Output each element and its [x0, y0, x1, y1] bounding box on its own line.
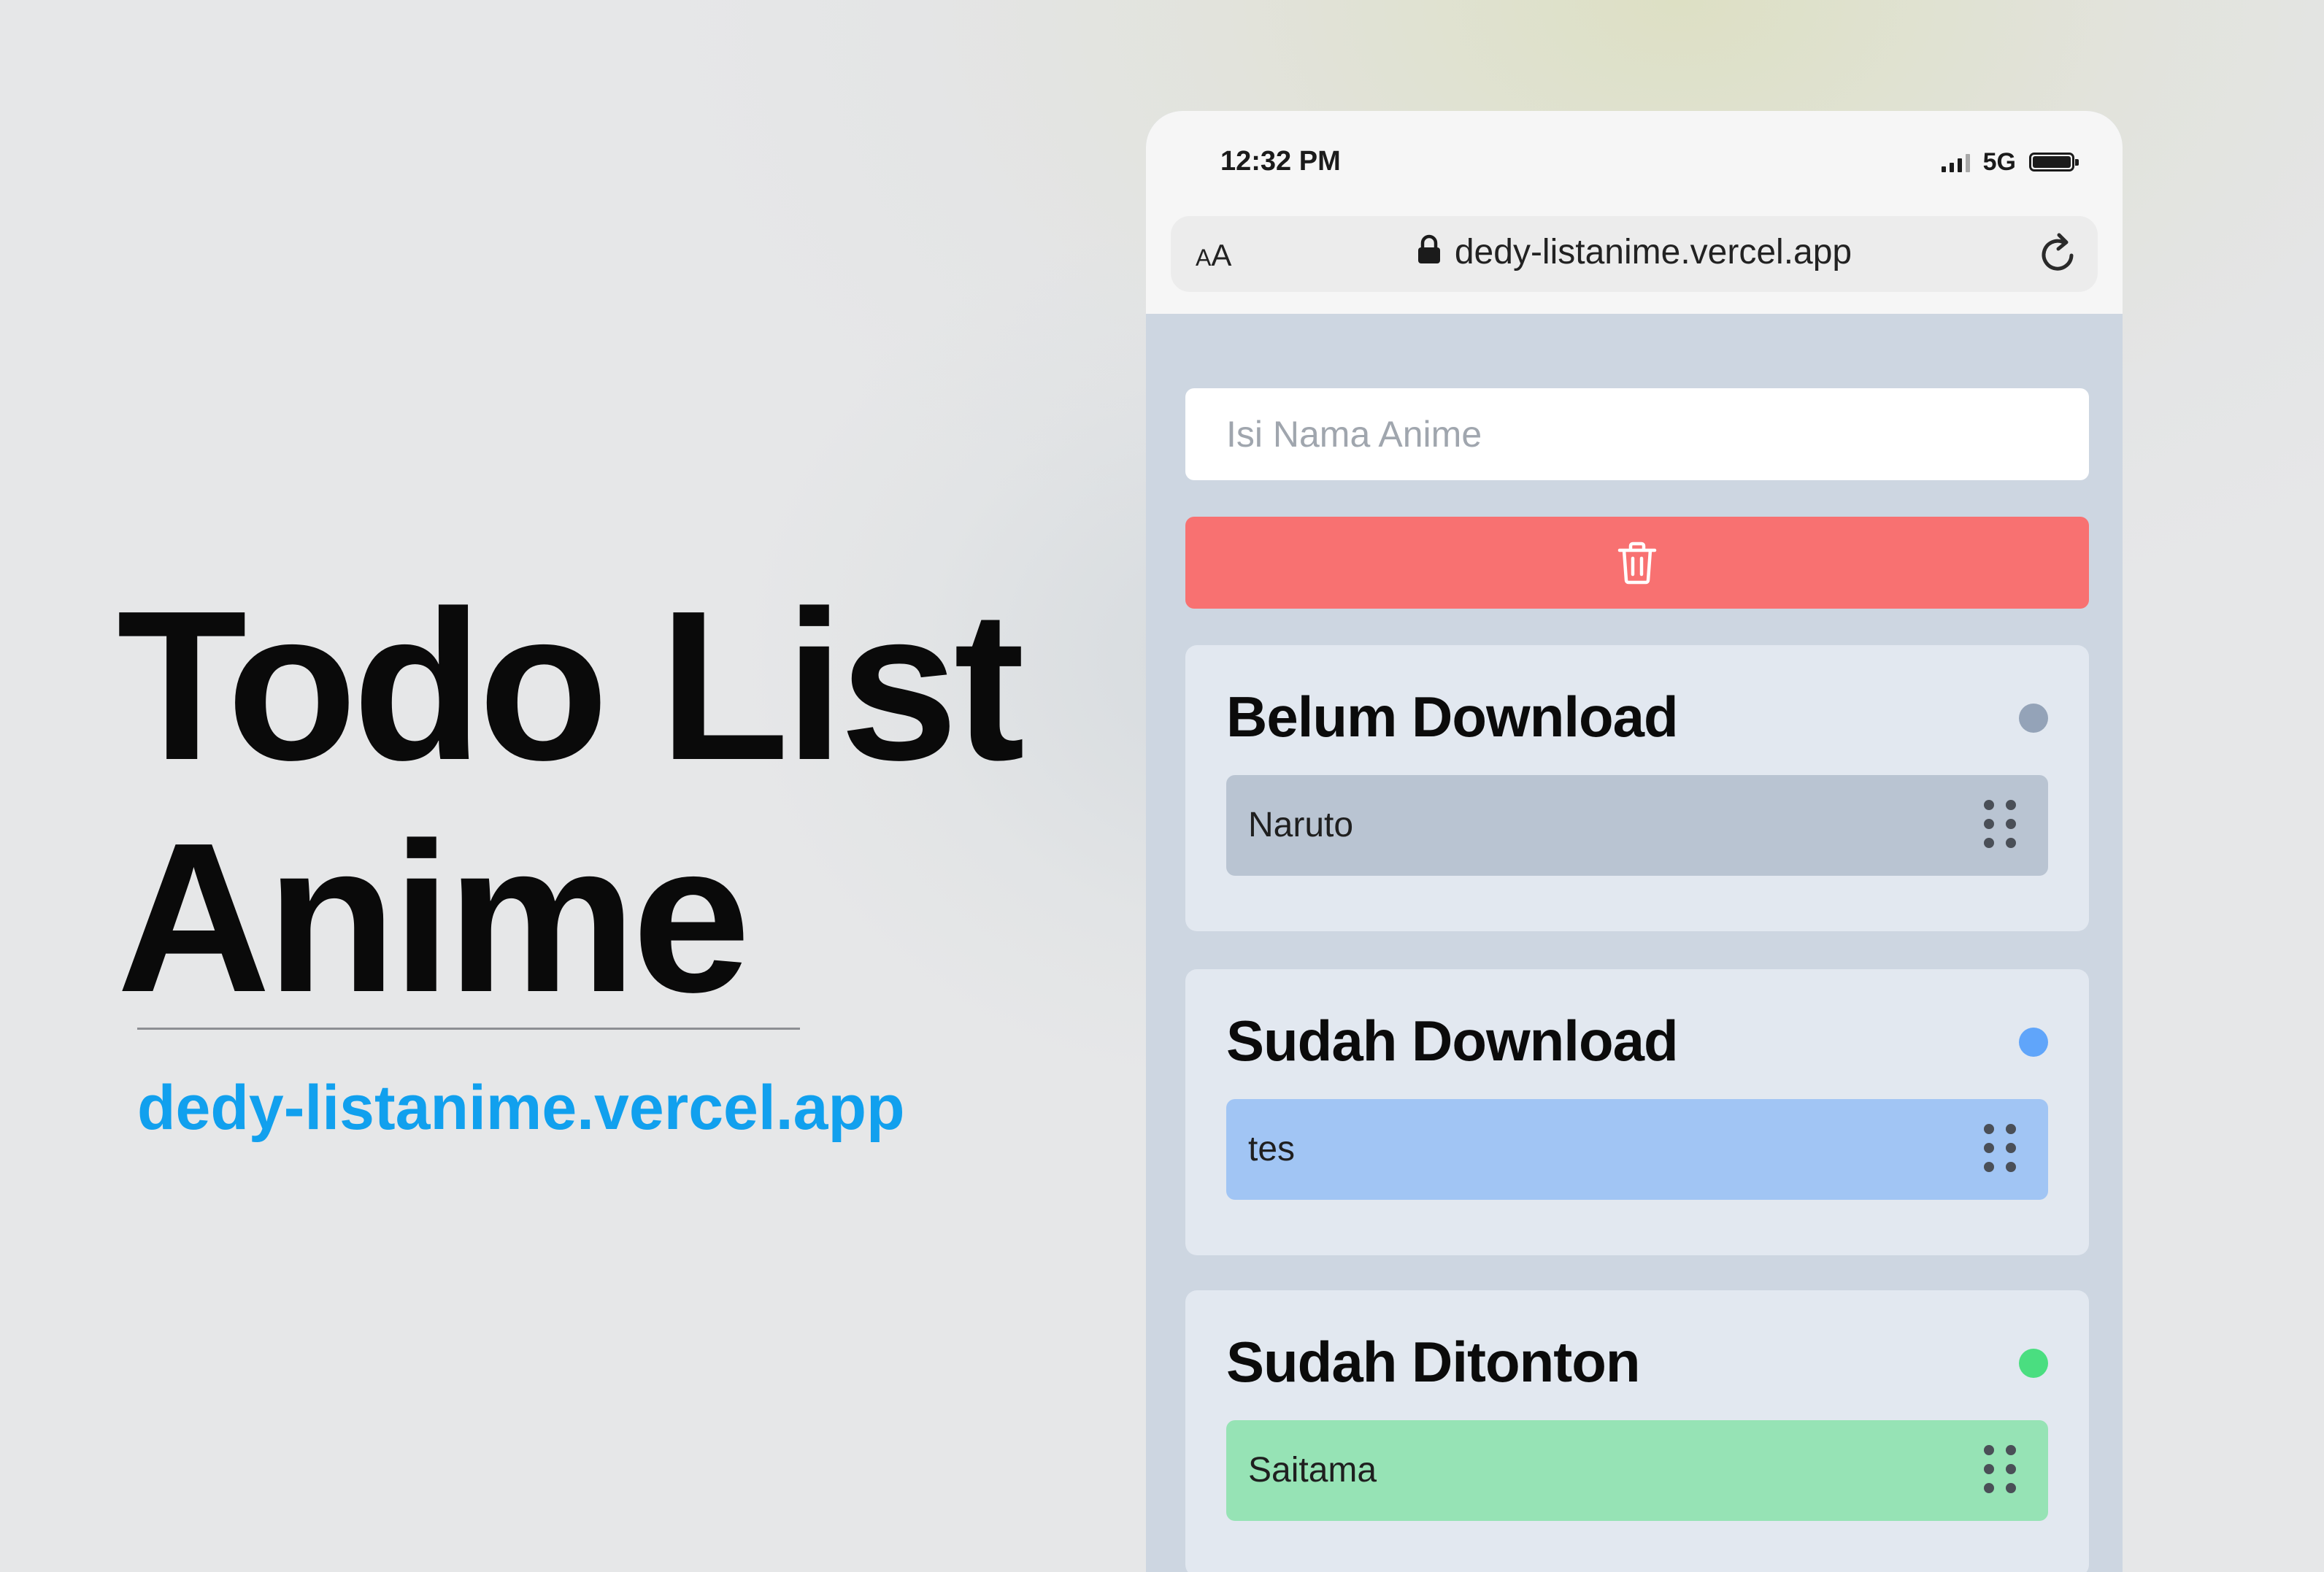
drag-handle-icon[interactable]	[1984, 1445, 2016, 1493]
board-sudah-ditonton: Sudah Ditonton Saitama	[1185, 1290, 2089, 1572]
task-label: tes	[1248, 1130, 1296, 1168]
phone-mockup: 12:32 PM 5G AA dedy-listanime.vercel.app	[1146, 111, 2123, 1572]
drag-handle-icon[interactable]	[1984, 1124, 2016, 1172]
board-belum-download: Belum Download Naruto	[1185, 645, 2089, 931]
delete-button[interactable]	[1185, 517, 2089, 609]
status-dot	[2019, 1028, 2048, 1057]
browser-chrome: 12:32 PM 5G AA dedy-listanime.vercel.app	[1146, 111, 2123, 314]
url-display[interactable]: dedy-listanime.vercel.app	[1171, 232, 2098, 272]
hero-title: Todo List Anime	[117, 566, 1025, 1036]
address-bar[interactable]: AA dedy-listanime.vercel.app	[1171, 216, 2098, 292]
lock-icon	[1417, 235, 1440, 264]
task-label: Saitama	[1248, 1451, 1377, 1490]
hero-url-link[interactable]: dedy-listanime.vercel.app	[137, 1071, 905, 1144]
hero-title-line-2: Anime	[117, 798, 750, 1036]
task-label: Naruto	[1248, 806, 1354, 844]
status-dot	[2019, 704, 2048, 733]
board-title: Sudah Ditonton	[1226, 1330, 1641, 1394]
status-icons: 5G	[1941, 147, 2079, 176]
drag-handle-icon[interactable]	[1984, 800, 2016, 848]
status-time: 12:32 PM	[1220, 146, 1341, 177]
battery-icon	[2029, 153, 2079, 172]
signal-icon	[1941, 152, 1970, 172]
anime-name-input[interactable]	[1185, 388, 2089, 480]
task-item-naruto[interactable]: Naruto	[1226, 775, 2048, 876]
hero-divider	[137, 1028, 800, 1030]
hero-title-line-1: Todo List	[117, 566, 1025, 804]
board-sudah-download: Sudah Download tes	[1185, 969, 2089, 1255]
reload-icon[interactable]	[2035, 231, 2082, 277]
network-label: 5G	[1982, 147, 2016, 176]
address-url: dedy-listanime.vercel.app	[1454, 233, 1852, 271]
status-dot	[2019, 1349, 2048, 1378]
trash-icon	[1617, 542, 1657, 585]
task-item-tes[interactable]: tes	[1226, 1099, 2048, 1200]
board-title: Belum Download	[1226, 685, 1679, 749]
task-item-saitama[interactable]: Saitama	[1226, 1420, 2048, 1521]
board-title: Sudah Download	[1226, 1009, 1679, 1073]
